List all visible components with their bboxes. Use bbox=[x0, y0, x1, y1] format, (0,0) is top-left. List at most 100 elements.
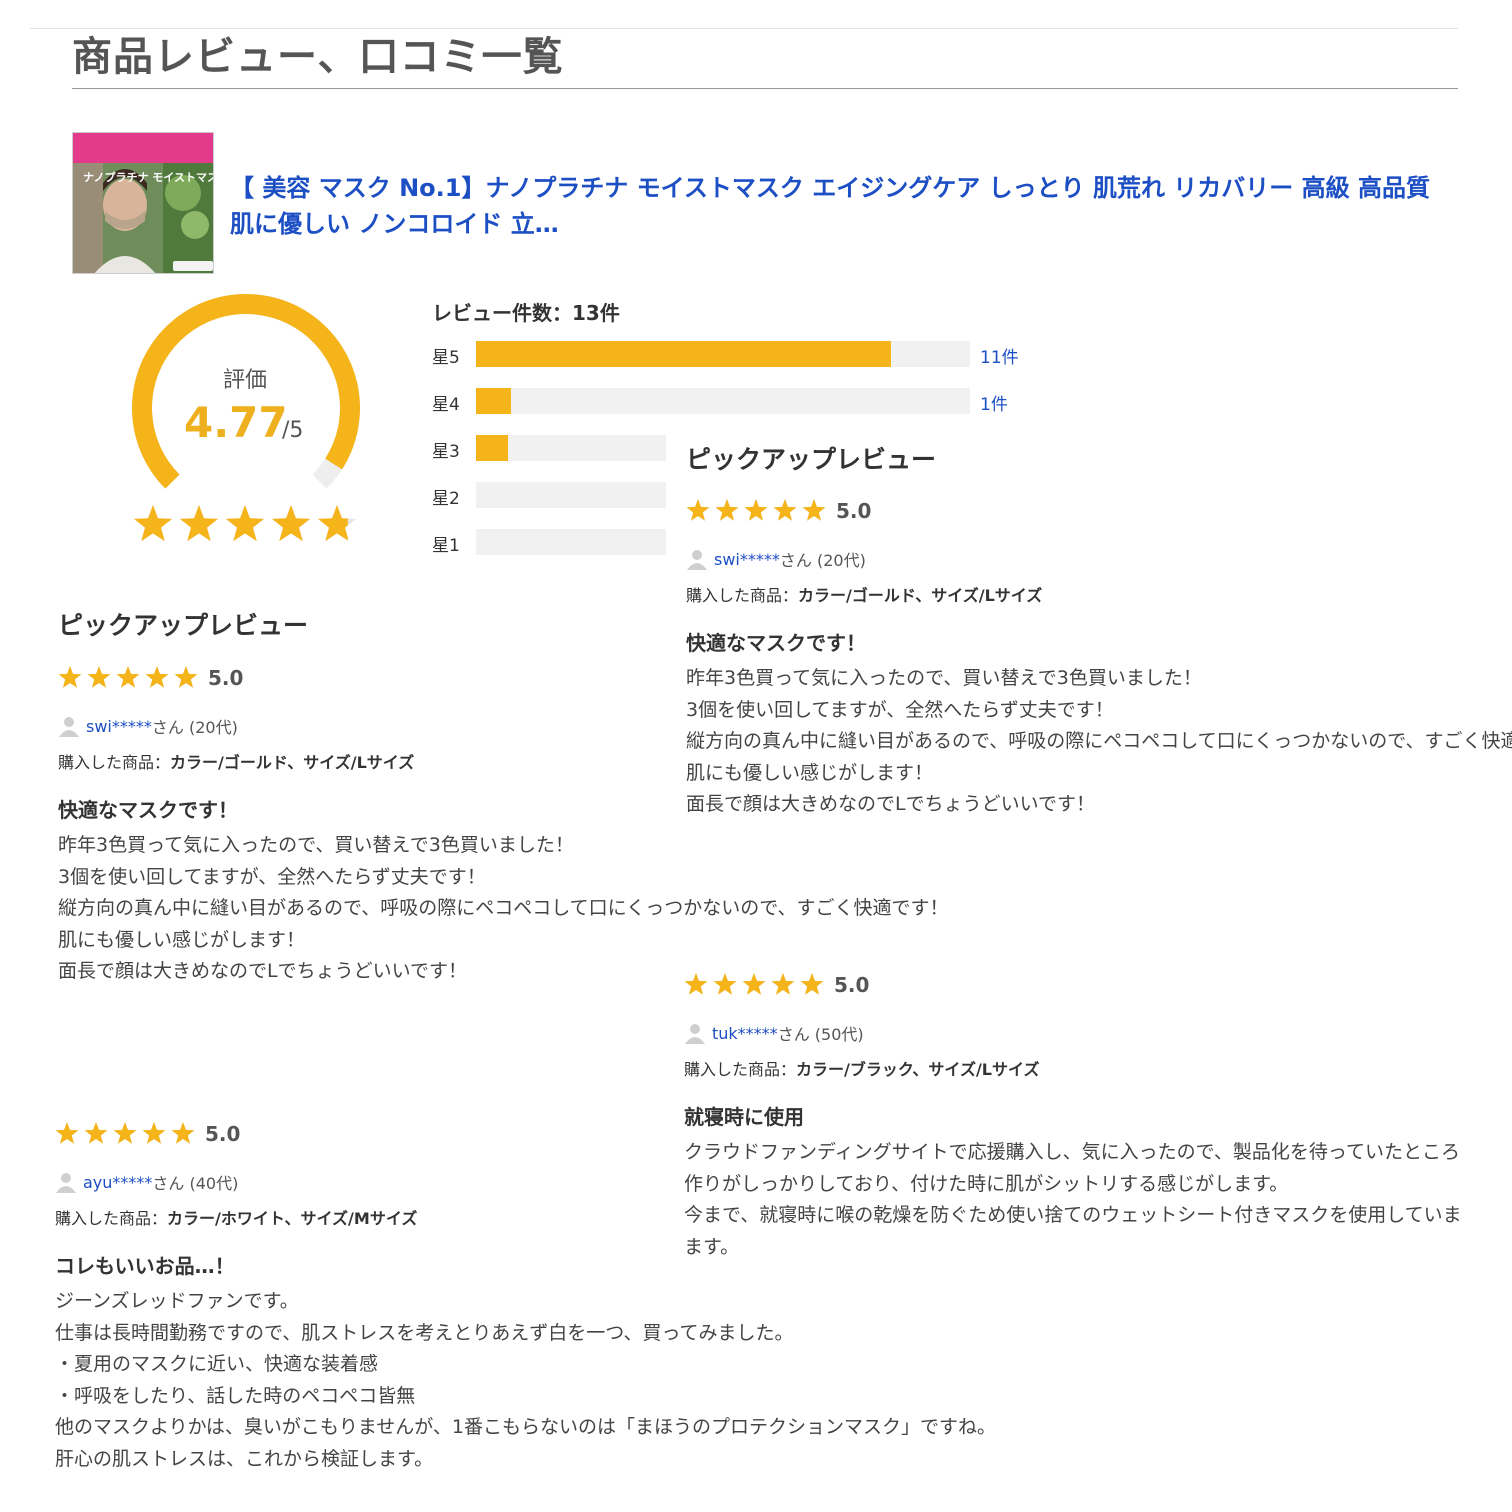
star-filled-icon bbox=[87, 666, 111, 688]
star-filled-icon bbox=[773, 499, 797, 521]
star-filled-icon bbox=[55, 1122, 79, 1144]
review-line: 肝心の肌ストレスは、これから検証します。 bbox=[55, 1447, 434, 1470]
review-stars bbox=[684, 973, 824, 995]
star-filled-icon bbox=[225, 505, 265, 542]
review-body: 昨年3色買って気に入ったので、買い替えで3色買いました！ 3個を使い回してますが、… bbox=[58, 830, 949, 988]
reviewer-name[interactable]: swi***** bbox=[86, 717, 152, 736]
review-body: クラウドファンディングサイトで応援購入し、気に入ったので、製品化を待っていたとこ… bbox=[684, 1137, 1462, 1263]
reviewer-name[interactable]: swi***** bbox=[714, 550, 780, 569]
user-avatar-icon bbox=[687, 550, 707, 570]
purchased-product-label: 購入した商品： bbox=[58, 753, 171, 772]
star-filled-icon bbox=[715, 499, 739, 521]
reviewer: ayu***** さん (40代) bbox=[55, 1170, 238, 1194]
product-thumbnail[interactable]: ナノプラチナ モイストマスク bbox=[72, 132, 214, 274]
review-score: 5.0 bbox=[208, 666, 244, 690]
average-stars bbox=[133, 505, 357, 542]
review-line: 今まで、就寝時に喉の乾燥を防ぐため使い捨てのウェットシート付きマスクを使用してい… bbox=[684, 1204, 1462, 1226]
star-filled-icon bbox=[174, 666, 198, 688]
reviewer: tuk***** さん (50代) bbox=[684, 1021, 864, 1045]
review-line: 昨年3色買って気に入ったので、買い替えで3色買いました！ bbox=[58, 834, 574, 856]
score-max: /5 bbox=[282, 418, 304, 443]
review-line: 3個を使い回してますが、全然へたらず丈夫です！ bbox=[686, 698, 1114, 721]
review-body: 昨年3色買って気に入ったので、買い替えで3色買いました！ 3個を使い回してますが、… bbox=[686, 663, 1512, 821]
thumbnail-caption: ナノプラチナ モイストマスク bbox=[83, 170, 214, 184]
purchased-product-value: カラー/ゴールド、サイズ/Lサイズ bbox=[170, 753, 415, 772]
rating-bar-track bbox=[476, 529, 666, 555]
review-heading: 就寝時に使用 bbox=[684, 1105, 804, 1129]
review-heading: 快適なマスクです！ bbox=[58, 798, 238, 822]
reviewer-age: さん (40代) bbox=[152, 1174, 239, 1193]
review-line: ・呼吸をしたり、話した時のペコペコ皆無 bbox=[55, 1384, 416, 1407]
purchased-product-value: カラー/ゴールド、サイズ/Lサイズ bbox=[798, 586, 1043, 605]
pickup-review-title: ピックアップレビュー bbox=[58, 611, 309, 640]
purchased-product: 購入した商品：カラー/ブラック、サイズ/Lサイズ bbox=[684, 1056, 1040, 1080]
review-line: 仕事は長時間勤務ですので、肌ストレスを考えとりあえず白を一つ、買ってみました。 bbox=[55, 1321, 794, 1344]
review-line: 肌にも優しい感じがします！ bbox=[686, 761, 934, 784]
star-filled-icon bbox=[116, 666, 140, 688]
page-title: 商品レビュー、口コミ一覧 bbox=[72, 34, 564, 80]
rating-label: 評価 bbox=[222, 368, 267, 393]
review-line: ジーンズレッドファンです。 bbox=[55, 1290, 299, 1312]
review-score: 5.0 bbox=[834, 973, 870, 997]
purchased-product: 購入した商品：カラー/ゴールド、サイズ/Lサイズ bbox=[686, 582, 1042, 606]
review-stars bbox=[58, 666, 198, 688]
review-line: 縦方向の真ん中に縫い目があるので、呼吸の際にペコペコして口にくっつかないので、す… bbox=[58, 897, 949, 919]
rating-row-5[interactable]: 星5 11件 bbox=[432, 341, 1032, 368]
reviewer-name[interactable]: tuk***** bbox=[712, 1024, 778, 1043]
rating-row-4[interactable]: 星4 1件 bbox=[432, 388, 1032, 415]
purchased-product-label: 購入した商品： bbox=[55, 1209, 168, 1228]
title-divider bbox=[72, 88, 1458, 89]
star-filled-icon bbox=[133, 505, 173, 542]
rating-bar-track bbox=[476, 482, 666, 508]
star-filled-icon bbox=[113, 1122, 137, 1144]
user-avatar-icon bbox=[56, 1173, 76, 1193]
rating-count-link[interactable]: 11件 bbox=[980, 343, 1019, 368]
reviewer-age: さん (50代) bbox=[777, 1025, 864, 1044]
average-score: 4.77 bbox=[184, 398, 288, 447]
star-filled-icon bbox=[684, 973, 708, 995]
star-filled-icon bbox=[744, 499, 768, 521]
reviewer: swi***** さん (20代) bbox=[686, 547, 866, 571]
review-line: 作りがしっかりしており、付けた時に肌がシットリする感じがします。 bbox=[684, 1172, 1289, 1195]
review-line: クラウドファンディングサイトで応援購入し、気に入ったので、製品化を待っていたとこ… bbox=[684, 1141, 1460, 1163]
review-rating: 5.0 bbox=[686, 497, 871, 525]
rating-row-label: 星5 bbox=[432, 348, 460, 368]
review-rating: 5.0 bbox=[684, 971, 869, 999]
review-heading: コレもいいお品…！ bbox=[55, 1254, 235, 1278]
review-stars bbox=[55, 1122, 195, 1144]
review-line: ・夏用のマスクに近い、快適な装着感 bbox=[55, 1353, 379, 1375]
review-line: 昨年3色買って気に入ったので、買い替えで3色買いました！ bbox=[686, 667, 1202, 689]
purchased-product: 購入した商品：カラー/ゴールド、サイズ/Lサイズ bbox=[58, 749, 414, 773]
purchased-product-label: 購入した商品： bbox=[686, 586, 799, 605]
review-line: ます。 bbox=[684, 1235, 740, 1258]
reviewer-name[interactable]: ayu***** bbox=[83, 1173, 152, 1192]
review-line: 縦方向の真ん中に縫い目があるので、呼吸の際にペコペコして口にくっつかないので、す… bbox=[686, 730, 1512, 752]
star-filled-icon bbox=[271, 505, 311, 542]
review-rating: 5.0 bbox=[58, 664, 243, 692]
star-filled-icon bbox=[802, 499, 826, 521]
review-score: 5.0 bbox=[836, 499, 872, 523]
product-title-link[interactable]: 【 美容 マスク No.1】ナノプラチナ モイストマスク エイジングケア しっと… bbox=[230, 170, 1460, 242]
reviewer: swi***** さん (20代) bbox=[58, 714, 238, 738]
user-avatar-icon bbox=[59, 717, 79, 737]
rating-bar-track bbox=[476, 388, 970, 414]
star-filled-icon bbox=[58, 666, 82, 688]
review-body: ジーンズレッドファンです。仕事は長時間勤務ですので、肌ストレスを考えとりあえず白… bbox=[55, 1286, 996, 1475]
user-avatar-icon bbox=[685, 1024, 705, 1044]
purchased-product-value: カラー/ブラック、サイズ/Lサイズ bbox=[796, 1060, 1040, 1079]
star-filled-icon bbox=[145, 666, 169, 688]
star-filled-icon bbox=[84, 1122, 108, 1144]
rating-count-link[interactable]: 1件 bbox=[980, 390, 1008, 415]
star-filled-icon bbox=[171, 1122, 195, 1144]
star-filled-icon bbox=[142, 1122, 166, 1144]
review-line: 3個を使い回してますが、全然へたらず丈夫です！ bbox=[58, 865, 486, 888]
purchased-product-value: カラー/ホワイト、サイズ/Mサイズ bbox=[167, 1209, 418, 1228]
star-filled-icon bbox=[800, 973, 824, 995]
product-image: ナノプラチナ モイストマスク bbox=[73, 133, 214, 273]
rating-bar-track bbox=[476, 435, 666, 461]
reviewer-age: さん (20代) bbox=[151, 718, 238, 737]
review-stars bbox=[686, 499, 826, 521]
review-line: 肌にも優しい感じがします！ bbox=[58, 928, 306, 951]
purchased-product-label: 購入した商品： bbox=[684, 1060, 797, 1079]
rating-bar-fill bbox=[476, 341, 891, 367]
